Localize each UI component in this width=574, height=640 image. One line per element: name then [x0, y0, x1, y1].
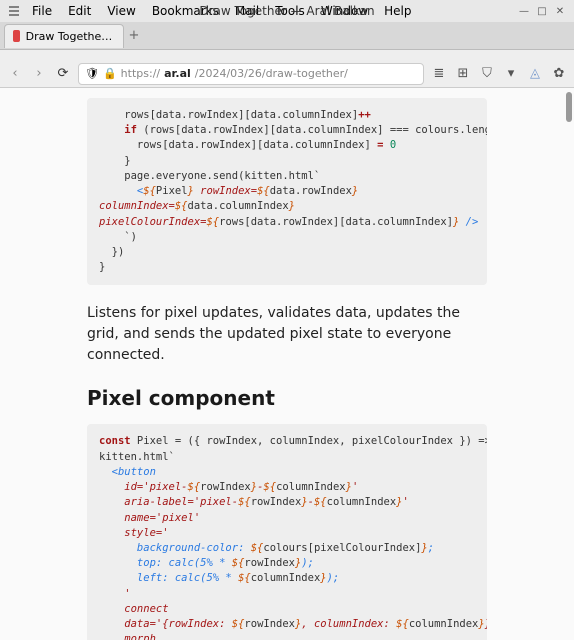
page-viewport[interactable]: rows[data.rowIndex][data.columnIndex]++ … [0, 88, 574, 640]
triangle-icon[interactable]: ◬ [526, 65, 544, 83]
code-block-1: rows[data.rowIndex][data.columnIndex]++ … [87, 98, 487, 285]
vertical-scrollbar[interactable] [566, 92, 572, 122]
tab-title: Draw Together — Aral Balkan [26, 30, 115, 43]
toolbar-spacer [0, 50, 574, 60]
grid-icon[interactable]: ⊞ [454, 65, 472, 83]
reload-button[interactable]: ⟳ [54, 65, 72, 83]
favicon-icon [13, 30, 20, 42]
window-controls: — □ ✕ [516, 3, 568, 19]
url-toolbar: ‹ › ⟳ 🛡 🔒 https:// ar.al/2024/03/26/draw-… [0, 60, 574, 88]
lock-icon: 🔒 [103, 67, 117, 80]
menu-help[interactable]: Help [376, 4, 419, 18]
window-title: Draw Together — Aral Balkan [199, 4, 374, 18]
menu-edit[interactable]: Edit [60, 4, 99, 18]
new-tab-button[interactable]: + [124, 28, 144, 43]
url-path: /2024/03/26/draw-together/ [195, 67, 348, 80]
tabbar: Draw Together — Aral Balkan + [0, 22, 574, 50]
shield-icon: 🛡 [85, 67, 99, 80]
url-input[interactable]: 🛡 🔒 https:// ar.al/2024/03/26/draw-togeth… [78, 63, 424, 85]
paragraph-1: Listens for pixel updates, validates dat… [87, 303, 487, 366]
menu-file[interactable]: File [24, 4, 60, 18]
code-block-2: const Pixel = ({ rowIndex, columnIndex, … [87, 424, 487, 640]
menu-view[interactable]: View [99, 4, 143, 18]
bookmark-icon[interactable]: ⛉ [478, 65, 496, 83]
hamburger-icon[interactable] [8, 5, 20, 17]
close-button[interactable]: ✕ [552, 3, 568, 19]
heading-pixel-component: Pixel component [87, 386, 487, 410]
reader-icon[interactable]: ≣ [430, 65, 448, 83]
dropdown-icon[interactable]: ▾ [502, 65, 520, 83]
menubar: File Edit View Bookmarks Mail Tools Wind… [0, 0, 574, 22]
extensions-icon[interactable]: ✿ [550, 65, 568, 83]
browser-tab[interactable]: Draw Together — Aral Balkan [4, 24, 124, 48]
back-button[interactable]: ‹ [6, 65, 24, 83]
url-protocol: https:// [121, 67, 160, 80]
article-content: rows[data.rowIndex][data.columnIndex]++ … [87, 88, 487, 640]
minimize-button[interactable]: — [516, 3, 532, 19]
url-domain: ar.al [164, 67, 191, 80]
forward-button[interactable]: › [30, 65, 48, 83]
maximize-button[interactable]: □ [534, 3, 550, 19]
